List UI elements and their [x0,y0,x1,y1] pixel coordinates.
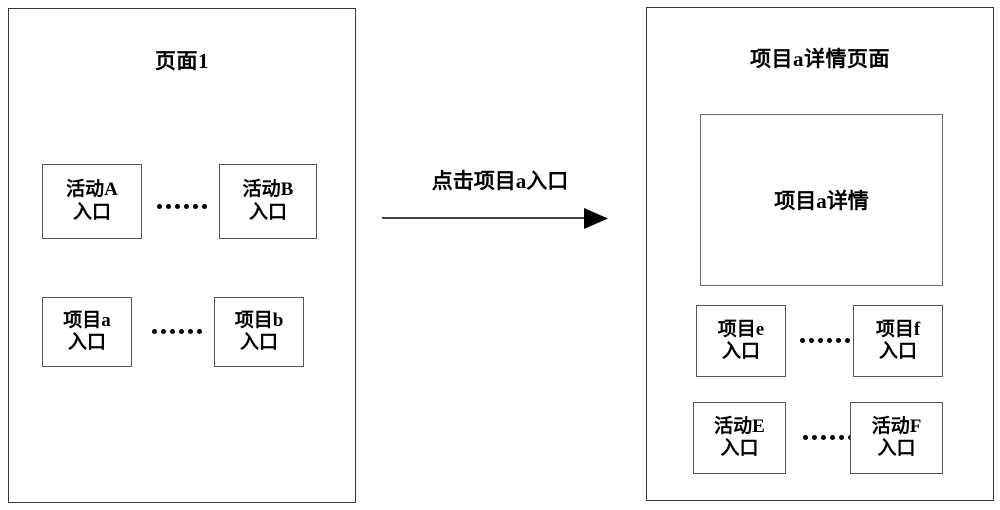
entry-box-activity-a-line2: 入口 [72,201,111,223]
entry-box-activity-a-line1: 活动A [66,179,118,201]
entry-box-project-f[interactable]: 项目f 入口 [853,305,943,377]
ellipsis-right-project-row [800,338,850,343]
entry-box-project-f-line1: 项目f [875,318,921,340]
entry-box-activity-f[interactable]: 活动F 入口 [850,402,943,474]
left-page-panel: 页面1 活动A 入口 活动B 入口 项目a 入口 项目b 入口 [8,8,356,503]
entry-box-project-a[interactable]: 项目a 入口 [42,297,132,367]
entry-box-activity-b[interactable]: 活动B 入口 [219,164,317,239]
left-page-title: 页面1 [155,49,209,73]
ellipsis-activity-row [157,204,207,209]
entry-box-project-a-line2: 入口 [67,332,106,353]
transition-group: 点击项目a入口 [380,165,620,245]
entry-box-activity-a[interactable]: 活动A 入口 [42,164,142,239]
entry-box-activity-e-line2: 入口 [720,438,759,459]
ellipsis-project-row [152,329,202,334]
project-detail-box[interactable]: 项目a详情 [700,114,943,286]
entry-box-project-f-line2: 入口 [878,341,917,362]
transition-label: 点击项目a入口 [431,169,569,193]
entry-box-project-e-line1: 项目e [717,318,765,340]
ellipsis-right-activity-row [803,435,853,440]
entry-box-activity-e[interactable]: 活动E 入口 [693,402,786,474]
entry-box-project-e[interactable]: 项目e 入口 [696,305,786,377]
entry-box-project-b[interactable]: 项目b 入口 [214,297,304,367]
entry-box-project-a-line1: 项目a [63,309,111,331]
entry-box-activity-b-line2: 入口 [248,201,287,223]
entry-box-activity-e-line1: 活动E [714,415,765,437]
entry-box-project-e-line2: 入口 [721,341,760,362]
entry-box-activity-b-line1: 活动B [242,179,294,201]
project-detail-label: 项目a详情 [774,189,869,213]
entry-box-project-b-line2: 入口 [239,332,278,353]
entry-box-activity-f-line1: 活动F [871,415,922,437]
right-arrow-icon [382,208,608,229]
entry-box-project-b-line1: 项目b [234,309,284,331]
entry-box-activity-f-line2: 入口 [877,438,916,459]
right-page-title: 项目a详情页面 [750,47,890,71]
